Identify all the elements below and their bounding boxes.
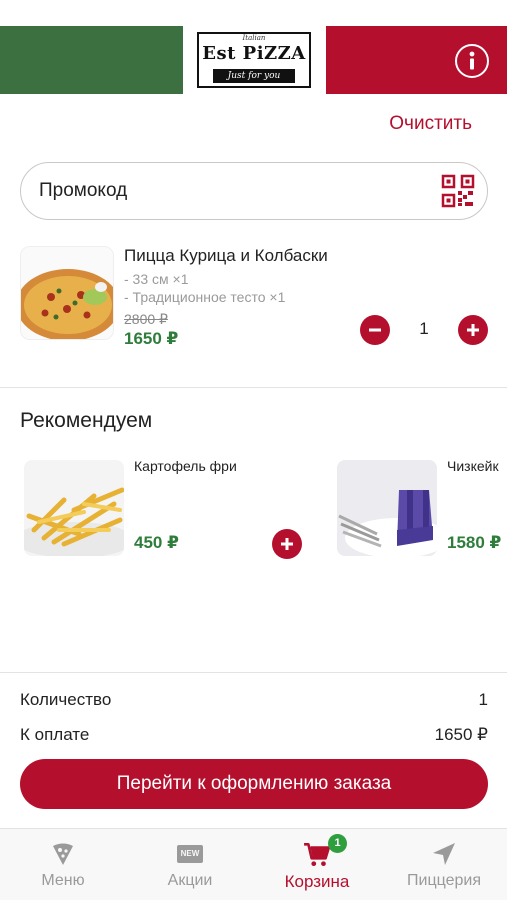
summary-quantity-value: 1 (478, 690, 488, 709)
logo-frame: Italian Est PiZZA Just for you (197, 32, 311, 88)
checkout-button[interactable]: Перейти к оформлению заказа (20, 759, 488, 809)
recommend-item[interactable]: Картофель фри 450 ₽ (24, 454, 314, 564)
tab-label: Пиццерия (407, 872, 481, 889)
fries-image (24, 460, 124, 556)
promo-field[interactable] (20, 162, 488, 220)
info-button[interactable] (455, 44, 489, 78)
tab-label: Меню (41, 872, 85, 889)
cheesecake-image (337, 460, 437, 556)
item-option: - 33 см ×1 (124, 271, 189, 287)
clear-cart-button[interactable]: Очистить (389, 113, 472, 135)
decrease-quantity-button[interactable] (360, 315, 390, 345)
divider (0, 672, 507, 673)
flag-red-band (326, 26, 507, 94)
add-to-cart-button[interactable] (272, 529, 302, 559)
tab-cart[interactable]: 1 Корзина (254, 829, 380, 900)
recommend-title: Рекомендуем (20, 409, 153, 432)
minus-icon (369, 328, 381, 332)
bottom-tab-bar: Меню NEW Акции 1 Корзина Пиццерия (0, 828, 507, 900)
increase-quantity-button[interactable] (458, 315, 488, 345)
summary-total-row: К оплате 1650 ₽ (20, 725, 488, 745)
quantity-value: 1 (419, 319, 429, 338)
promo-input[interactable] (39, 163, 419, 218)
pizza-image (20, 246, 114, 340)
divider (0, 387, 507, 388)
summary-total-value: 1650 ₽ (434, 725, 488, 744)
qr-scan-button[interactable] (441, 174, 475, 208)
cart-count-badge: 1 (328, 834, 347, 853)
tab-label: Корзина (284, 872, 350, 891)
item-name: Пицца Курица и Колбаски (124, 246, 328, 265)
summary-total-label: К оплате (20, 725, 90, 744)
qr-code-icon (441, 174, 475, 208)
flag-green-band (0, 26, 183, 94)
pizza-slice-icon (53, 843, 73, 865)
logo-top-text: Italian (242, 34, 266, 42)
item-option: - Традиционное тесто ×1 (124, 289, 286, 305)
summary-quantity-row: Количество 1 (20, 690, 488, 710)
tab-menu[interactable]: Меню (0, 829, 126, 900)
info-icon (469, 51, 475, 70)
plus-icon (467, 324, 479, 336)
logo: Italian Est PiZZA Just for you (193, 26, 315, 94)
new-badge-icon: NEW (177, 845, 203, 863)
tab-label: Акции (167, 872, 213, 889)
item-old-price: 2800 ₽ (124, 311, 168, 327)
plus-icon (281, 538, 293, 550)
recommend-item-price: 450 ₽ (134, 533, 179, 552)
recommend-item-name: Чизкейк (447, 458, 499, 474)
cart-icon (304, 843, 331, 867)
recommend-item-price: 1580 ₽ (447, 533, 502, 552)
tab-promotions[interactable]: NEW Акции (127, 829, 253, 900)
tab-pizzeria[interactable]: Пиццерия (381, 829, 507, 900)
location-arrow-icon (433, 843, 455, 865)
logo-main-text: Est PiZZA (202, 43, 306, 64)
cart-item: Пицца Курица и Колбаски - 33 см ×1 - Тра… (20, 243, 488, 353)
app-header: Italian Est PiZZA Just for you (0, 26, 507, 94)
logo-sub-text: Just for you (213, 69, 295, 83)
item-price: 1650 ₽ (124, 329, 179, 348)
summary-quantity-label: Количество (20, 690, 112, 709)
recommend-item[interactable]: Чизкейк 1580 ₽ (337, 454, 507, 564)
recommend-item-name: Картофель фри (134, 458, 237, 474)
